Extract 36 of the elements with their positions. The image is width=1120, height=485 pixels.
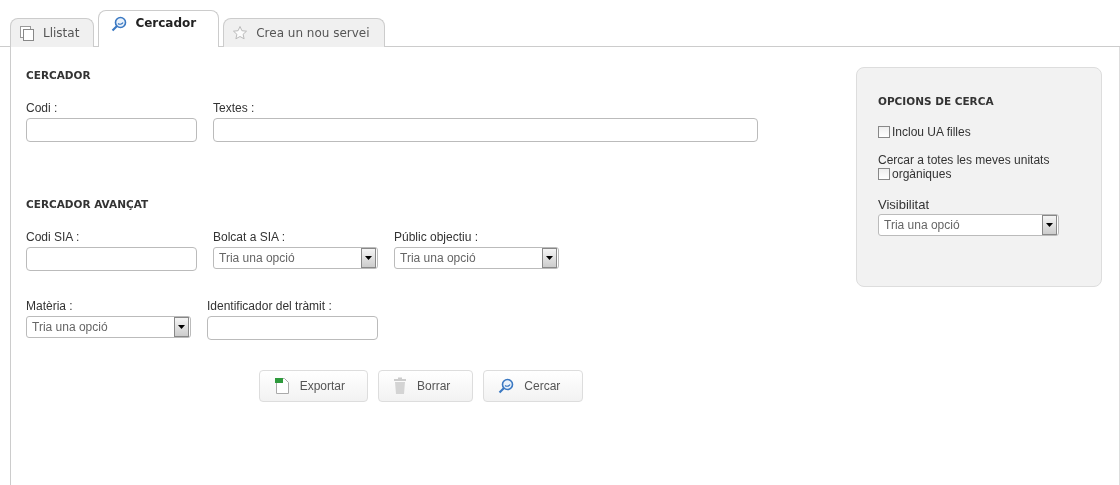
text-field[interactable] — [213, 118, 758, 142]
search-icon — [111, 16, 128, 32]
delete-button[interactable]: Borrar — [378, 370, 474, 402]
search-button[interactable]: Cercar — [483, 370, 584, 402]
checkbox-label: orgàniques — [892, 167, 952, 181]
dropdown[interactable]: Tria una opció — [26, 316, 191, 338]
checkbox[interactable] — [878, 168, 890, 180]
dropdown[interactable]: Tria una opció — [878, 214, 1059, 236]
section-heading: CERCADOR AVANÇAT — [26, 198, 150, 210]
pages-icon — [19, 25, 35, 41]
star-icon — [232, 25, 249, 41]
checkbox[interactable] — [878, 126, 890, 138]
field-label: Públic objectiu : — [394, 230, 480, 244]
dropdown[interactable]: Tria una opció — [394, 247, 559, 269]
dropdown[interactable]: Tria una opció — [213, 247, 378, 269]
field-label: Identificador del tràmit : — [207, 299, 333, 313]
field-label: Codi : — [26, 101, 59, 115]
field-label: Matèria : — [26, 299, 74, 313]
search-icon — [498, 378, 515, 394]
text-field[interactable] — [207, 316, 378, 340]
text-field[interactable] — [26, 247, 197, 271]
field-label: Textes : — [213, 101, 256, 115]
spreadsheet-file-icon — [273, 377, 290, 395]
option-text: Cercar a totes les meves unitats — [878, 153, 1051, 167]
tab[interactable]: Llistat — [10, 18, 95, 47]
section-heading: CERCADOR — [26, 69, 92, 81]
field-label: Visibilitat — [878, 197, 931, 212]
trash-icon — [393, 377, 407, 395]
field-label: Codi SIA : — [26, 230, 81, 244]
checkbox-label: Inclou UA filles — [892, 125, 971, 139]
tab[interactable]: Cercador — [98, 10, 220, 47]
text-field[interactable] — [26, 118, 197, 142]
export-button[interactable]: Exportar — [258, 370, 368, 402]
tab[interactable]: Crea un nou servei — [223, 18, 385, 47]
section-heading: OPCIONS DE CERCA — [878, 95, 995, 107]
field-label: Bolcat a SIA : — [213, 230, 287, 244]
